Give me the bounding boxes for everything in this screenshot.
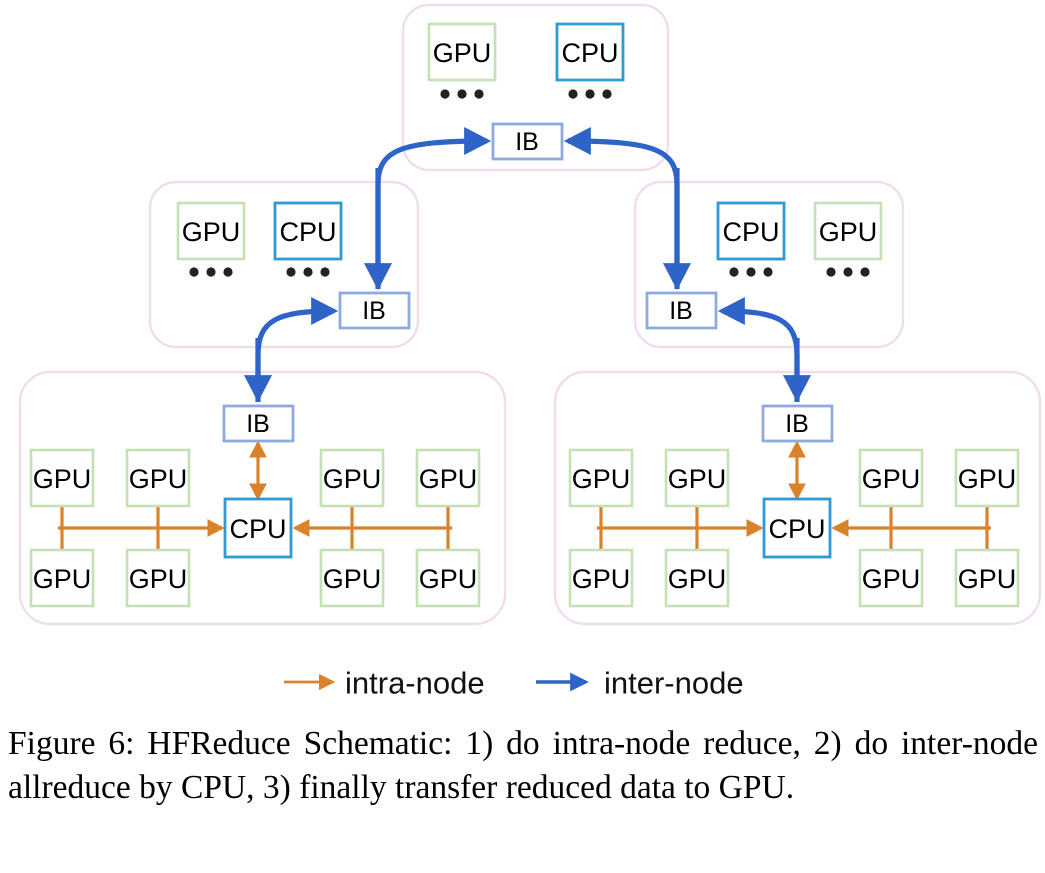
node-containers — [18, 3, 1042, 626]
ib-box-label: IB — [669, 297, 693, 325]
gpu-box-label: GPU — [862, 464, 921, 494]
cpu-box-label: CPU — [561, 38, 618, 68]
gpu-box-label: GPU — [958, 464, 1017, 494]
gpu-box-label: GPU — [958, 564, 1017, 594]
gpu-ellipsis-icon — [440, 89, 484, 99]
gpu-box-label: GPU — [433, 38, 492, 68]
gpu-ellipsis-icon — [189, 267, 233, 277]
hfreduce-schematic-diagram: GPU CPU IB GPU CPU IB CPU GPU IB IB CPU … — [18, 3, 1042, 701]
gpu-box-label: GPU — [419, 564, 478, 594]
legend-label-intra-node: intra-node — [345, 666, 485, 701]
gpu-box-label: GPU — [572, 564, 631, 594]
gpu-box-label: GPU — [668, 464, 727, 494]
cpu-box-label: CPU — [229, 514, 286, 544]
legend-item-intra-node: intra-node — [284, 666, 485, 701]
ib-box-label: IB — [362, 297, 386, 325]
gpu-box-label: GPU — [668, 564, 727, 594]
gpu-box-label: GPU — [419, 464, 478, 494]
gpu-box-label: GPU — [572, 464, 631, 494]
gpu-box-label: GPU — [819, 217, 878, 247]
ib-box-label: IB — [246, 410, 270, 438]
cpu-ellipsis-icon — [568, 89, 612, 99]
figure-page: GPU CPU IB GPU CPU IB CPU GPU IB IB CPU … — [0, 0, 1045, 873]
ib-box-label: IB — [515, 128, 539, 156]
gpu-box-label: GPU — [129, 464, 188, 494]
legend-item-inter-node: inter-node — [536, 666, 744, 701]
ib-box-label: IB — [785, 410, 809, 438]
legend: intra-node inter-node — [284, 666, 744, 701]
gpu-box-label: GPU — [323, 564, 382, 594]
cpu-ellipsis-icon — [729, 267, 773, 277]
gpu-box-label: GPU — [862, 564, 921, 594]
legend-label-inter-node: inter-node — [604, 666, 744, 701]
cpu-ellipsis-icon — [286, 267, 330, 277]
gpu-box-label: GPU — [182, 217, 241, 247]
gpu-box-label: GPU — [33, 564, 92, 594]
cpu-box-label: CPU — [722, 217, 779, 247]
cpu-box-label: CPU — [279, 217, 336, 247]
gpu-box-label: GPU — [129, 564, 188, 594]
gpu-box-label: GPU — [33, 464, 92, 494]
cpu-box-label: CPU — [768, 514, 825, 544]
gpu-box-label: GPU — [323, 464, 382, 494]
gpu-ellipsis-icon — [826, 267, 870, 277]
figure-caption: Figure 6: HFReduce Schematic: 1) do intr… — [8, 725, 1038, 806]
